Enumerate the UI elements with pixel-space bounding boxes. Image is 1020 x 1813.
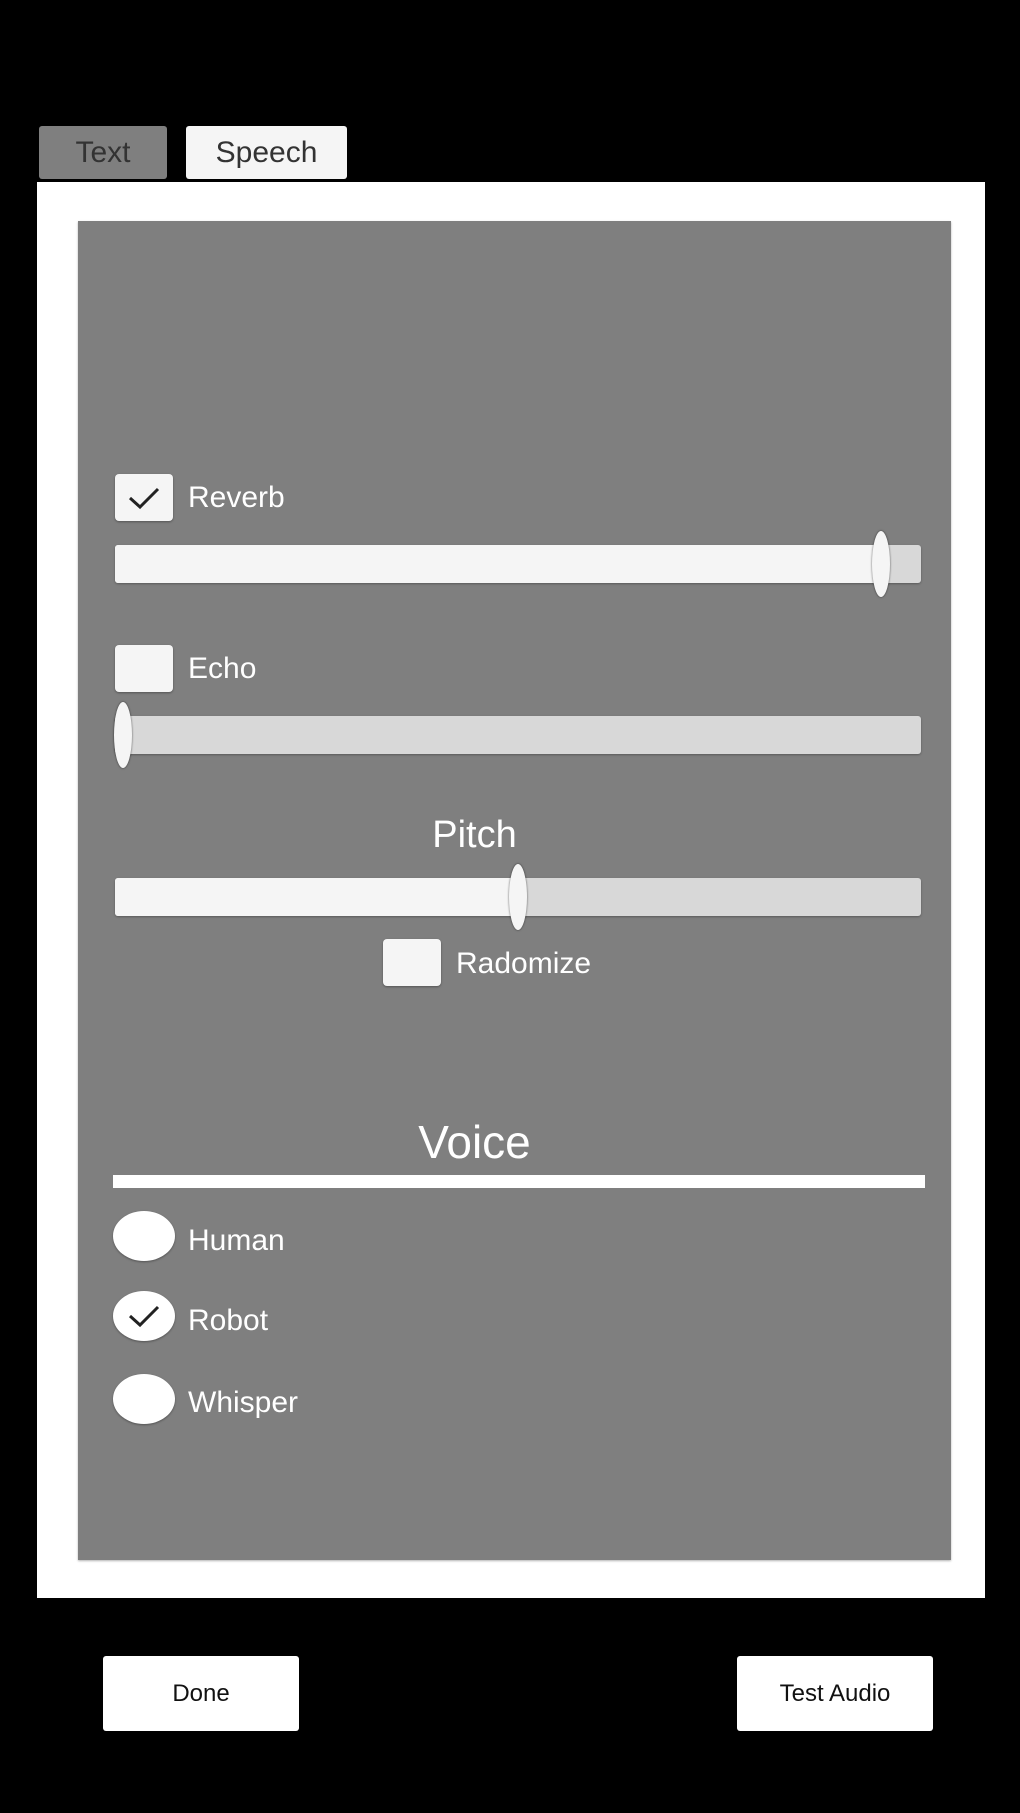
reverb-checkbox[interactable] [115, 474, 173, 521]
voice-label-human: Human [188, 1224, 285, 1257]
pitch-heading: Pitch [432, 814, 517, 856]
pitch-slider-fill [115, 878, 518, 916]
randomize-checkbox[interactable] [383, 939, 441, 986]
voice-radio-whisper[interactable] [113, 1374, 175, 1424]
voice-radio-human[interactable] [113, 1211, 175, 1261]
test-audio-button-label: Test Audio [779, 1679, 891, 1707]
check-icon [128, 1305, 160, 1328]
tab-speech-label: Speech [215, 135, 318, 169]
tab-text-label: Text [75, 135, 131, 169]
voice-label-whisper: Whisper [188, 1386, 299, 1419]
echo-label: Echo [188, 652, 257, 685]
tab-speech[interactable]: Speech [186, 126, 347, 179]
test-audio-button[interactable]: Test Audio [737, 1656, 933, 1731]
speech-settings-panel: Reverb Echo Pitch Radomize Voice Human R… [37, 182, 985, 1598]
voice-radio-robot[interactable] [113, 1291, 175, 1341]
tab-text[interactable]: Text [39, 126, 167, 179]
reverb-slider-fill [115, 545, 881, 583]
echo-slider[interactable] [114, 702, 921, 768]
voice-label-robot: Robot [188, 1304, 269, 1337]
voice-divider [113, 1175, 925, 1188]
reverb-label: Reverb [188, 481, 285, 514]
pitch-slider-handle[interactable] [509, 864, 527, 930]
randomize-label: Radomize [456, 947, 592, 980]
check-icon [128, 487, 160, 509]
reverb-slider-handle[interactable] [871, 531, 890, 597]
done-button-label: Done [172, 1679, 230, 1707]
echo-slider-handle[interactable] [114, 702, 133, 768]
voice-heading: Voice [418, 1116, 531, 1168]
reverb-slider[interactable] [115, 531, 921, 597]
done-button[interactable]: Done [103, 1656, 299, 1731]
settings-content-area: Reverb Echo Pitch Radomize Voice Human R… [78, 221, 951, 1560]
pitch-slider[interactable] [115, 864, 921, 930]
echo-checkbox[interactable] [115, 645, 173, 692]
